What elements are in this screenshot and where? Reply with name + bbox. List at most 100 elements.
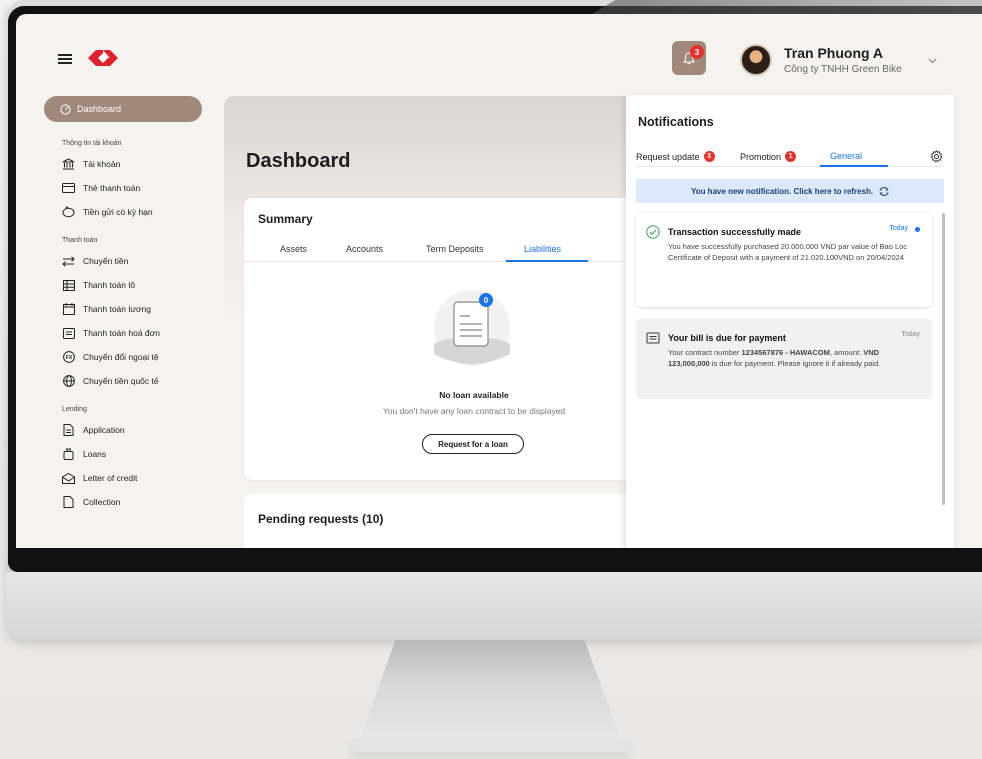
notifications-panel: Notifications Request update 3 Promotion…: [626, 95, 954, 548]
sidebar-item-batch-payment[interactable]: Thanh toán lô: [62, 278, 204, 292]
sidebar-item-collection[interactable]: Collection: [62, 495, 204, 509]
notification-count-badge: 3: [690, 45, 704, 59]
avatar[interactable]: [740, 44, 772, 76]
sidebar-item-label: Tài khoản: [83, 159, 121, 169]
tab-label: Promotion: [740, 151, 782, 162]
body-text: is due for payment. Please ignore it if …: [709, 359, 881, 368]
tab-term-deposits[interactable]: Term Deposits: [426, 244, 484, 254]
summary-title: Summary: [258, 212, 313, 226]
notification-body: Your contract number 1234567876 - HAWACO…: [668, 347, 908, 369]
svg-text:FX: FX: [65, 355, 72, 361]
check-circle-icon: [646, 225, 660, 239]
empty-badge: 0: [484, 296, 489, 305]
tab-request-update[interactable]: Request update 3: [636, 151, 715, 162]
document-icon: [62, 424, 75, 437]
globe-icon: [62, 375, 75, 388]
notification-title: Transaction successfully made: [668, 227, 802, 237]
summary-tabs: Assets Accounts Term Deposits Liabilitie…: [244, 240, 644, 262]
grid-icon: [62, 279, 75, 292]
notification-date: Today: [889, 225, 908, 232]
sidebar-item-dashboard[interactable]: Dashboard: [44, 96, 202, 122]
sidebar-item-label: Loans: [83, 449, 107, 459]
summary-card: Summary Assets Accounts Term Deposits Li…: [244, 198, 644, 480]
sidebar-item-label: Application: [83, 425, 125, 435]
sidebar-item-term-deposit[interactable]: Tiền gửi có kỳ hạn: [62, 205, 204, 219]
sidebar-item-fx-exchange[interactable]: FX Chuyển đổi ngoại tệ: [62, 350, 204, 364]
tab-general[interactable]: General: [830, 151, 862, 161]
sidebar-item-international-transfer[interactable]: Chuyển tiền quốc tế: [62, 374, 204, 388]
tab-badge: 3: [703, 151, 715, 162]
piggy-bank-icon: [62, 206, 75, 219]
folder-icon: [62, 496, 75, 509]
sidebar-item-letter-of-credit[interactable]: Letter of credit: [62, 471, 204, 485]
monitor-stand: [355, 640, 625, 752]
tab-promotion[interactable]: Promotion 1: [740, 151, 797, 162]
screen-glare: [592, 0, 982, 14]
notification-item[interactable]: Your bill is due for payment Today Your …: [636, 319, 932, 399]
scrollbar[interactable]: [942, 213, 945, 505]
dashboard-icon: [60, 103, 71, 115]
pending-requests-card: Pending requests (10): [244, 494, 644, 548]
sidebar-item-label: Thanh toán hoá đơn: [83, 328, 160, 338]
unread-dot: [915, 227, 920, 232]
empty-state-title: No loan available: [439, 390, 509, 400]
money-bag-icon: [62, 448, 75, 461]
chevron-down-icon[interactable]: [928, 56, 937, 65]
sidebar-item-account[interactable]: Tài khoản: [62, 157, 204, 171]
bill-icon: [646, 332, 660, 344]
tab-liabilities[interactable]: Liabilities: [524, 244, 561, 254]
sidebar-item-payroll[interactable]: Thanh toán lương: [62, 302, 204, 316]
sidebar-item-label: Thanh toán lương: [83, 304, 151, 314]
menu-icon[interactable]: [58, 54, 72, 64]
card-icon: [62, 182, 75, 195]
sidebar-section-title: Lending: [62, 406, 87, 413]
page-title: Dashboard: [246, 150, 351, 172]
fx-icon: FX: [62, 351, 75, 364]
bill-icon: [62, 327, 75, 340]
refresh-banner-text: You have new notification. Click here to…: [690, 186, 874, 196]
sidebar: Dashboard Thông tin tài khoản Tài khoản …: [44, 96, 204, 509]
tab-label: Request update: [636, 151, 700, 162]
body-text: , amount:: [829, 348, 864, 357]
sidebar-item-label: Chuyển tiền: [83, 256, 129, 266]
sidebar-item-transfer[interactable]: Chuyển tiền: [62, 254, 204, 268]
top-bar: 3 Tran Phuong A Công ty TNHH Green Bike: [16, 14, 982, 92]
notification-item[interactable]: Transaction successfully made Today You …: [636, 213, 932, 307]
empty-document-illustration: 0: [434, 290, 510, 366]
notification-tabs: Request update 3 Promotion 1 General: [636, 145, 944, 167]
gear-icon[interactable]: [930, 150, 943, 163]
active-tab-indicator: [506, 260, 588, 262]
user-name: Tran Phuong A: [784, 45, 884, 61]
tab-accounts[interactable]: Accounts: [346, 244, 383, 254]
monitor-chin: [6, 572, 982, 640]
sidebar-item-application[interactable]: Application: [62, 423, 204, 437]
refresh-banner[interactable]: You have new notification. Click here to…: [636, 179, 944, 203]
sidebar-item-label: Tiền gửi có kỳ hạn: [83, 207, 153, 217]
monitor-base: [350, 738, 630, 752]
tab-label: General: [830, 151, 863, 161]
sidebar-item-payment-card[interactable]: Thẻ thanh toán: [62, 181, 204, 195]
request-loan-button[interactable]: Request for a loan: [422, 434, 524, 454]
sidebar-item-label: Dashboard: [77, 104, 122, 114]
tab-assets[interactable]: Assets: [280, 244, 307, 254]
active-tab-indicator: [820, 165, 888, 167]
sidebar-item-bill-payment[interactable]: Thanh toán hoá đơn: [62, 326, 204, 340]
tab-badge: 1: [785, 151, 797, 162]
notification-body: You have successfully purchased 20.000.0…: [668, 242, 908, 262]
envelope-icon: [62, 472, 75, 485]
calendar-icon: [62, 303, 75, 316]
user-company: Công ty TNHH Green Bike: [784, 64, 902, 75]
notification-bell-button[interactable]: 3: [672, 41, 706, 75]
sidebar-section-title: Thanh toán: [62, 237, 98, 244]
app-screen: 3 Tran Phuong A Công ty TNHH Green Bike …: [16, 14, 982, 548]
sidebar-item-label: Chuyển đổi ngoại tệ: [83, 352, 159, 362]
sidebar-item-label: Collection: [83, 497, 121, 507]
refresh-icon: [879, 186, 889, 196]
contract-number: 1234567876 - HAWACOM: [741, 348, 830, 357]
sidebar-item-loans[interactable]: Loans: [62, 447, 204, 461]
notifications-title: Notifications: [638, 115, 714, 129]
empty-state-subtitle: You don't have any loan contract to be d…: [382, 406, 566, 416]
notification-date: Today: [901, 331, 920, 338]
sidebar-item-label: Letter of credit: [83, 473, 138, 483]
bank-icon: [62, 158, 75, 171]
